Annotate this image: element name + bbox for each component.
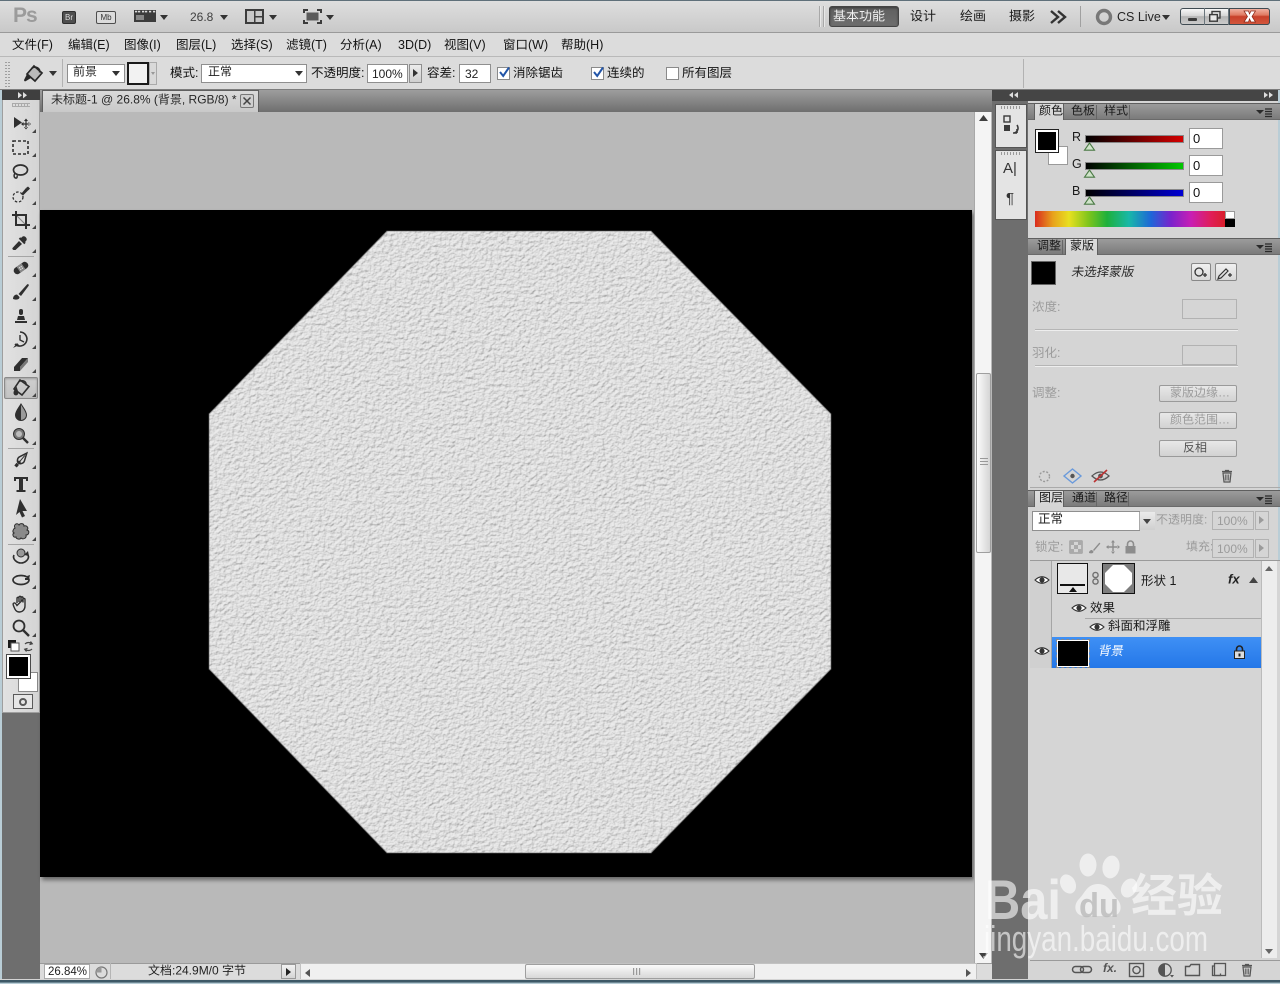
svg-text:G: G (1072, 157, 1082, 171)
svg-text:…: … (1218, 413, 1230, 427)
svg-text:R: R (1072, 130, 1081, 144)
svg-text::24.9M/0: :24.9M/0 (172, 964, 222, 978)
svg-text:jingyan.baidu.com: jingyan.baidu.com (983, 918, 1208, 959)
svg-text::: : (1060, 540, 1063, 554)
svg-text:1: 1 (1166, 574, 1176, 588)
svg-text:fx: fx (1228, 571, 1240, 586)
svg-text::: : (1057, 386, 1060, 400)
svg-text:B: B (1072, 184, 1080, 198)
svg-text:…: … (1218, 386, 1230, 400)
svg-text::: : (1204, 513, 1207, 527)
svg-text::: : (1057, 346, 1060, 360)
svg-text::: : (1057, 300, 1060, 314)
